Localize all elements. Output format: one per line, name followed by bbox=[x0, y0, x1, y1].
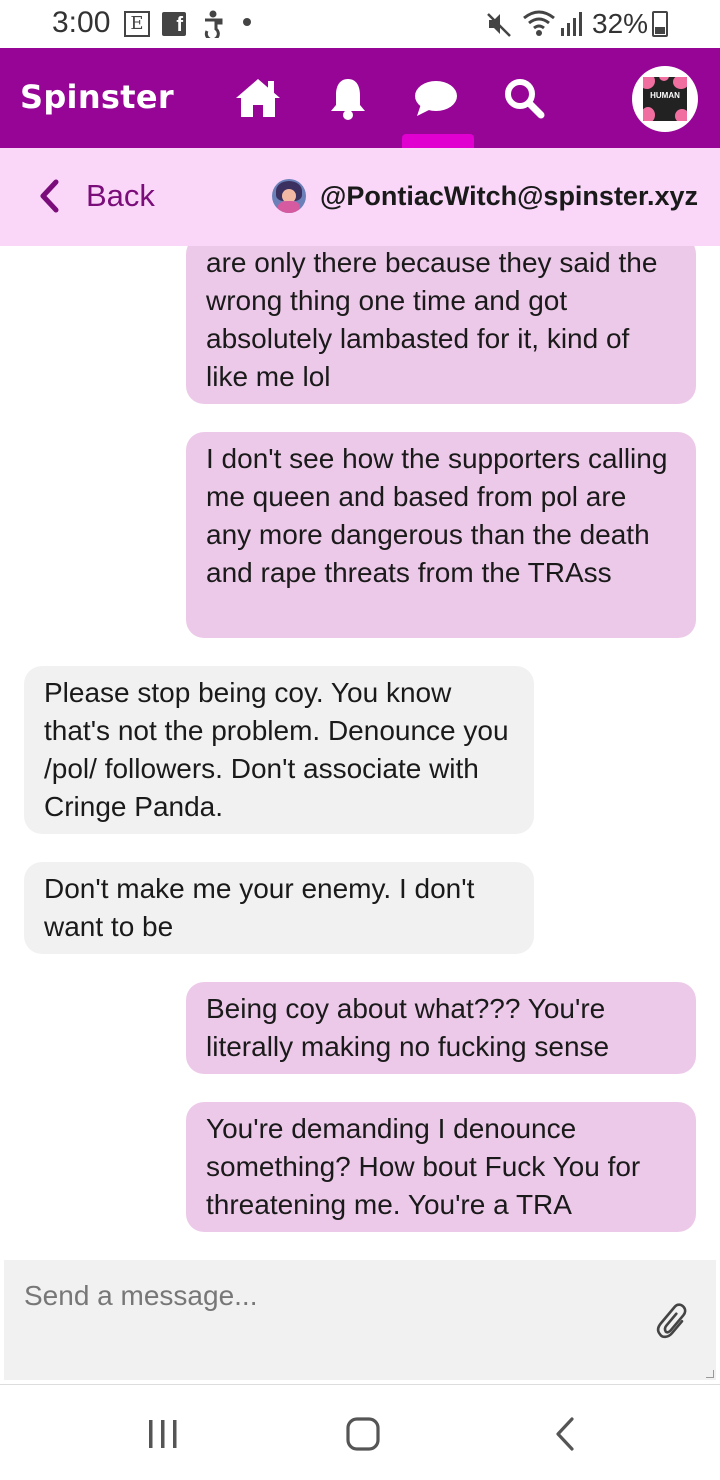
peer-avatar bbox=[272, 179, 306, 213]
message-bubble-outgoing: I don't see how the supporters calling m… bbox=[186, 432, 696, 638]
recent-apps-button[interactable] bbox=[138, 1409, 188, 1459]
nav-home-button[interactable] bbox=[230, 73, 286, 123]
back-button[interactable]: Back bbox=[38, 176, 155, 216]
message-bubble-incoming: Don't make me your enemy. I don't want t… bbox=[24, 862, 534, 954]
signal-icon bbox=[560, 10, 586, 44]
avatar-image: HUMAN bbox=[643, 77, 687, 121]
peer-handle: @PontiacWitch@spinster.xyz bbox=[320, 180, 698, 211]
back-system-button[interactable] bbox=[540, 1409, 590, 1459]
top-navbar: Spinster HUMAN bbox=[0, 48, 720, 148]
home-button[interactable] bbox=[338, 1409, 388, 1459]
e-notification-icon: E bbox=[124, 11, 150, 37]
message-bubble-outgoing: are only there because they said the wro… bbox=[186, 246, 696, 404]
chat-icon bbox=[415, 81, 457, 116]
status-bar: 3:00 E f 32% bbox=[0, 0, 720, 48]
message-composer bbox=[4, 1260, 716, 1380]
chevron-left-icon bbox=[40, 179, 59, 213]
dot-icon bbox=[243, 18, 251, 26]
nav-active-indicator bbox=[402, 134, 474, 148]
bell-icon bbox=[331, 79, 365, 120]
wifi-icon bbox=[522, 8, 556, 44]
brand-logo[interactable]: Spinster bbox=[20, 78, 174, 116]
system-navigation-bar bbox=[0, 1384, 720, 1480]
battery-percent: 32% bbox=[592, 8, 649, 39]
paperclip-icon bbox=[656, 1303, 687, 1339]
status-time: 3:00 bbox=[52, 6, 111, 39]
avatar-text: HUMAN bbox=[650, 91, 680, 100]
home-icon bbox=[236, 79, 280, 117]
nav-notifications-button[interactable] bbox=[320, 73, 376, 123]
message-bubble-incoming: Please stop being coy. You know that's n… bbox=[24, 666, 534, 834]
user-avatar[interactable]: HUMAN bbox=[632, 66, 698, 132]
back-chevron-icon bbox=[556, 1417, 574, 1451]
conversation-header: Back @PontiacWitch@spinster.xyz bbox=[0, 148, 720, 246]
message-bubble-outgoing: You're demanding I denounce something? H… bbox=[186, 1102, 696, 1232]
message-bubble-outgoing: Being coy about what??? You're literally… bbox=[186, 982, 696, 1074]
back-label: Back bbox=[86, 178, 155, 213]
peer-profile[interactable]: @PontiacWitch@spinster.xyz bbox=[272, 176, 698, 216]
accessibility-icon bbox=[200, 10, 226, 44]
mute-icon bbox=[486, 10, 512, 44]
search-icon bbox=[505, 79, 545, 119]
message-list[interactable]: are only there because they said the wro… bbox=[0, 246, 720, 1258]
nav-messages-button[interactable] bbox=[408, 73, 464, 123]
nav-search-button[interactable] bbox=[496, 73, 552, 123]
battery-icon bbox=[652, 11, 668, 37]
recent-apps-icon bbox=[149, 1420, 177, 1448]
home-square-icon bbox=[346, 1417, 380, 1451]
resize-grip[interactable] bbox=[706, 1370, 714, 1378]
attach-button[interactable] bbox=[654, 1302, 694, 1342]
message-input[interactable] bbox=[4, 1260, 716, 1380]
facebook-icon: f bbox=[162, 12, 186, 36]
